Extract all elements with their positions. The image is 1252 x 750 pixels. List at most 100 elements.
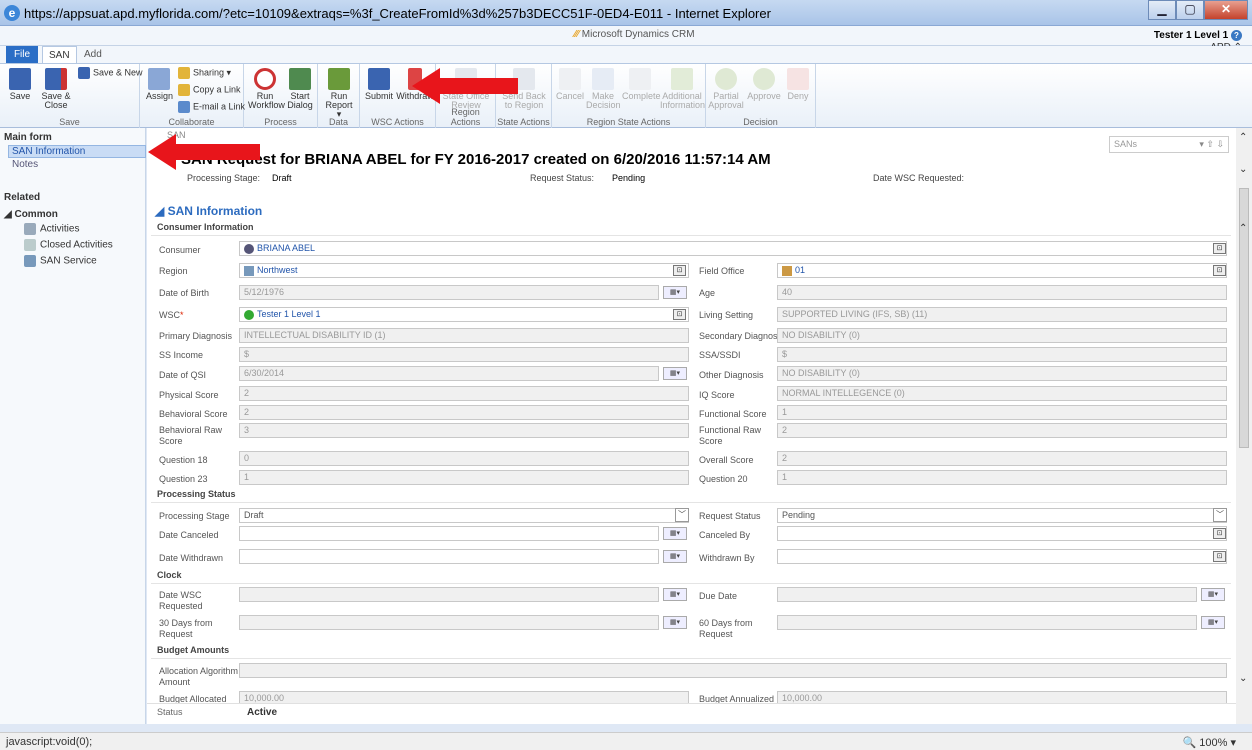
due-date-field[interactable] <box>777 587 1197 602</box>
lookup-icon[interactable]: ⊡ <box>1213 551 1226 562</box>
ss-income-label: SS Income <box>159 350 204 360</box>
record-title: SAN Request for BRIANA ABEL for FY 2016-… <box>181 151 771 168</box>
section-san-information[interactable]: ◢ SAN Information <box>155 204 262 218</box>
calendar-icon[interactable]: ▦▾ <box>1201 616 1225 629</box>
ssa-ssdi-field[interactable]: $ <box>777 347 1227 362</box>
status-value: Active <box>247 707 278 718</box>
lookup-icon[interactable]: ⊡ <box>1213 528 1226 539</box>
behavioral-raw-field[interactable]: 3 <box>239 423 689 438</box>
annotation-arrow-withdraw <box>412 68 518 104</box>
submit-button[interactable]: Submit <box>364 64 394 101</box>
dob-field[interactable]: 5/12/1976 <box>239 285 659 300</box>
living-setting-field[interactable]: SUPPORTED LIVING (IFS, SB) (11) <box>777 307 1227 322</box>
calendar-icon[interactable]: ▦▾ <box>663 616 687 629</box>
lookup-icon[interactable]: ⊡ <box>673 309 686 320</box>
make-decision-button[interactable]: Make Decision <box>586 64 621 110</box>
secondary-diagnosis-field[interactable]: NO DISABILITY (0) <box>777 328 1227 343</box>
days-60-field[interactable] <box>777 615 1197 630</box>
age-field[interactable]: 40 <box>777 285 1227 300</box>
scroll-up-icon[interactable]: ⌃ <box>1239 132 1247 143</box>
primary-diagnosis-field[interactable]: INTELLECTUAL DISABILITY ID (1) <box>239 328 689 343</box>
chevron-down-icon[interactable]: ﹀ <box>1213 508 1227 522</box>
scroll-down-icon[interactable]: ⌄ <box>1239 164 1247 175</box>
help-icon[interactable]: ? <box>1231 30 1242 41</box>
consumer-lookup[interactable]: BRIANA ABEL <box>239 241 1227 256</box>
run-workflow-button[interactable]: Run Workflow <box>248 64 285 110</box>
wsc-lookup[interactable]: Tester 1 Level 1 <box>239 307 689 322</box>
behavioral-raw-label: Behavioral Raw Score <box>159 425 223 446</box>
calendar-icon[interactable]: ▦▾ <box>663 367 687 380</box>
allocation-algorithm-field[interactable] <box>239 663 1227 678</box>
maximize-button[interactable]: ▢ <box>1176 0 1204 20</box>
approve-icon <box>753 68 775 90</box>
date-canceled-field[interactable] <box>239 526 659 541</box>
nav-item-san-service[interactable]: SAN Service <box>24 255 97 267</box>
ssa-ssdi-label: SSA/SSDI <box>699 350 741 360</box>
calendar-icon[interactable]: ▦▾ <box>663 527 687 540</box>
start-dialog-button[interactable]: Start Dialog <box>284 64 316 110</box>
close-window-button[interactable]: ✕ <box>1204 0 1248 20</box>
save-button[interactable]: Save <box>6 64 34 101</box>
record-selector[interactable]: SANs ▾ ⇧ ⇩ <box>1109 136 1229 153</box>
calendar-icon[interactable]: ▦▾ <box>1201 588 1225 601</box>
calendar-icon[interactable]: ▦▾ <box>663 588 687 601</box>
form-scrollbar[interactable]: ⌃ ⌄ ⌃ ⌄ <box>1236 128 1252 724</box>
calendar-icon[interactable]: ▦▾ <box>663 286 687 299</box>
assign-button[interactable]: Assign <box>146 64 173 101</box>
nav-item-san-information[interactable]: SAN Information <box>8 145 146 158</box>
field-office-lookup[interactable]: 01 <box>777 263 1227 278</box>
scroll-down-icon[interactable]: ⌄ <box>1239 673 1247 684</box>
nav-item-notes[interactable]: Notes <box>12 159 38 170</box>
calendar-icon[interactable]: ▦▾ <box>663 550 687 563</box>
ss-income-field[interactable]: $ <box>239 347 689 362</box>
request-status-select[interactable]: Pending <box>777 508 1227 523</box>
qsi-date-field[interactable]: 6/30/2014 <box>239 366 659 381</box>
withdrawn-by-lookup[interactable] <box>777 549 1227 564</box>
processing-status-heading: Processing Status <box>157 489 236 499</box>
chevron-down-icon[interactable]: ﹀ <box>675 508 689 522</box>
nav-item-activities[interactable]: Activities <box>24 223 79 235</box>
question-23-field[interactable]: 1 <box>239 470 689 485</box>
user-name[interactable]: Tester 1 Level 1 <box>1154 30 1228 41</box>
functional-score-field[interactable]: 1 <box>777 405 1227 420</box>
canceled-by-lookup[interactable] <box>777 526 1227 541</box>
additional-information-button[interactable]: Additional Information <box>660 64 705 110</box>
days-30-field[interactable] <box>239 615 659 630</box>
physical-score-field[interactable]: 2 <box>239 386 689 401</box>
run-report-button[interactable]: Run Report ▾ <box>322 64 356 119</box>
save-close-button[interactable]: Save & Close <box>38 64 74 110</box>
region-lookup[interactable]: Northwest <box>239 263 689 278</box>
days-60-label: 60 Days from Request <box>699 618 753 639</box>
complete-button[interactable]: Complete <box>622 64 661 101</box>
lookup-icon[interactable]: ⊡ <box>673 265 686 276</box>
zoom-control[interactable]: 🔍 100% ▾ <box>1183 736 1236 749</box>
question-18-field[interactable]: 0 <box>239 451 689 466</box>
withdrawn-by-label: Withdrawn By <box>699 553 755 563</box>
question-20-field[interactable]: 1 <box>777 470 1227 485</box>
nav-common-heading[interactable]: ◢ Common <box>4 209 58 220</box>
lookup-icon[interactable]: ⊡ <box>1213 243 1226 254</box>
collapse-up-icon[interactable]: ⌃ <box>1239 223 1247 234</box>
overall-score-field[interactable]: 2 <box>777 451 1227 466</box>
other-diagnosis-field[interactable]: NO DISABILITY (0) <box>777 366 1227 381</box>
nav-item-closed-activities[interactable]: Closed Activities <box>24 239 113 251</box>
approve-button[interactable]: Approve <box>746 64 782 101</box>
sharing-button[interactable]: Sharing ▾ <box>178 67 231 79</box>
deny-button[interactable]: Deny <box>784 64 812 101</box>
lookup-icon[interactable]: ⊡ <box>1213 265 1226 276</box>
behavioral-score-field[interactable]: 2 <box>239 405 689 420</box>
wsc-label: WSC* <box>159 310 184 320</box>
functional-raw-field[interactable]: 2 <box>777 423 1227 438</box>
save-new-button[interactable]: Save & New <box>78 67 143 79</box>
iq-score-field[interactable]: NORMAL INTELLEGENCE (0) <box>777 386 1227 401</box>
form-status-bar: Status Active <box>147 703 1236 723</box>
processing-stage-select[interactable]: Draft <box>239 508 689 523</box>
copy-link-button[interactable]: Copy a Link <box>178 84 241 96</box>
date-withdrawn-field[interactable] <box>239 549 659 564</box>
minimize-button[interactable]: ▁ <box>1148 0 1176 20</box>
window-title: https://appsuat.apd.myflorida.com/?etc=1… <box>24 6 771 21</box>
partial-approval-button[interactable]: Partial Approval <box>708 64 744 110</box>
date-wsc-requested-field[interactable] <box>239 587 659 602</box>
email-link-button[interactable]: E-mail a Link <box>178 101 245 113</box>
cancel-button[interactable]: Cancel <box>556 64 584 101</box>
